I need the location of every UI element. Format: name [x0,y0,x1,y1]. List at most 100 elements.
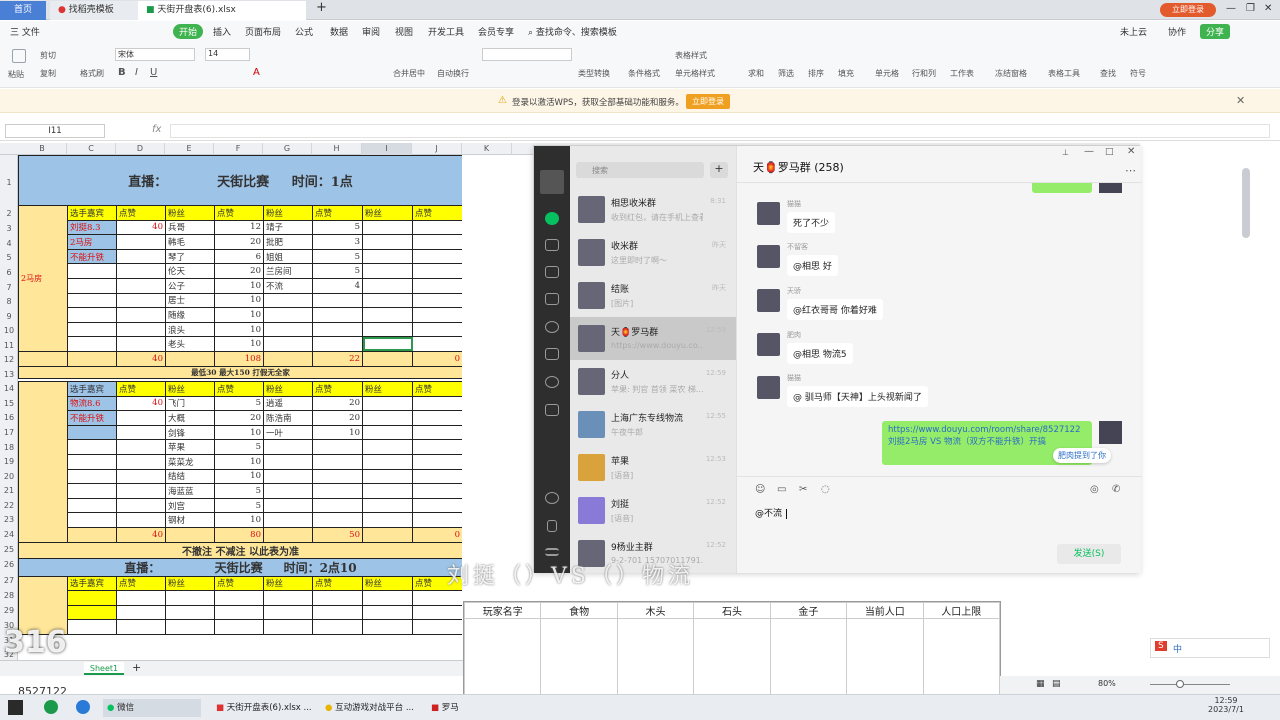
menu-file[interactable]: 三 文件 [10,25,40,38]
cell[interactable] [67,526,117,543]
cell[interactable] [116,248,166,265]
normal-view-icon[interactable]: ▦ [1036,679,1045,689]
sum-button[interactable]: 求和 [748,68,764,79]
header-cell[interactable]: 点赞 [116,381,166,397]
cell[interactable] [362,248,413,265]
message-bubble[interactable]: @ 驯马师【天神】上头视新闻了 [787,386,928,407]
cell[interactable]: 10 [214,277,264,294]
row-header[interactable]: 6 [0,268,18,277]
cell[interactable] [312,307,363,323]
cell[interactable]: 飞门 [165,395,215,412]
zoom-level[interactable]: 80% [1098,679,1116,688]
cell[interactable] [412,497,462,514]
row-header[interactable]: 16 [0,413,18,422]
cell[interactable] [362,350,413,367]
app-icon[interactable] [44,700,58,714]
cell[interactable] [67,263,117,279]
menu-icon[interactable] [545,548,559,556]
cell[interactable]: 钢材 [165,512,215,528]
header-cell[interactable]: 粉丝 [362,381,413,397]
cell[interactable] [411,292,462,309]
message-bubble[interactable]: @红衣哥哥 你着好难 [787,299,883,320]
cell[interactable] [67,439,117,455]
header-cell[interactable]: 选手嘉宾 [67,205,117,221]
sum-cell[interactable]: 40 [116,526,166,543]
chat-history-icon[interactable]: ◌ [821,484,830,495]
header-cell[interactable]: 粉丝 [362,575,413,592]
cell[interactable]: 10 [214,468,264,485]
cell[interactable]: 菜菜龙 [165,453,215,470]
new-tab-button[interactable]: + [308,0,335,17]
cell[interactable]: 10 [214,292,264,309]
cell[interactable]: 刘宫 [165,497,215,514]
box-icon[interactable] [545,266,559,278]
cell[interactable]: 伦天 [165,263,215,279]
cell[interactable] [411,234,462,250]
cell[interactable] [67,424,117,441]
cell[interactable] [263,497,313,514]
avatar[interactable] [757,245,780,268]
avatar[interactable] [757,333,780,356]
scissors-icon[interactable]: ✂ [799,484,807,495]
avatar[interactable] [757,376,780,399]
cell[interactable] [116,307,166,323]
cell[interactable] [165,590,215,606]
cell[interactable] [165,604,215,621]
cell[interactable] [411,321,462,338]
cell[interactable]: 姐姐 [263,248,313,265]
cell[interactable] [412,512,462,528]
cell[interactable] [116,336,166,352]
col-header[interactable]: F [214,143,263,155]
cell[interactable]: 40 [116,395,166,412]
cell[interactable]: 一叶 [263,424,313,441]
mention-popup[interactable]: 肥肉提到了你 [1053,448,1111,463]
row-header[interactable]: 2 [0,209,18,218]
note-cell[interactable]: 最低30 最大150 打假无全家 [18,365,462,379]
menu-insert[interactable]: 插入 [213,25,231,38]
merge-button[interactable]: 合并居中 [393,68,425,79]
table-tools-button[interactable]: 表格工具 [1048,68,1080,79]
cell[interactable] [362,590,413,606]
clock[interactable]: 12:59 2023/7/1 [1208,696,1244,714]
chat-item[interactable]: 收米群 这里即时了啊～ 昨天 [570,231,736,274]
cell[interactable]: 兵哥 [165,219,215,236]
cell[interactable] [411,248,462,265]
minimize-button[interactable]: — [1084,146,1094,157]
notice-login-button[interactable]: 立即登录 [686,94,730,109]
cell[interactable] [116,234,166,250]
copy-button[interactable]: 复制 [40,68,56,79]
vertical-scrollbar[interactable] [1242,168,1250,238]
tab-template[interactable]: ● 找稻壳模板 [50,1,138,20]
row-header[interactable]: 27 [0,576,18,585]
zoom-slider-handle[interactable] [1176,680,1184,688]
cell[interactable]: 公子 [165,277,215,294]
cell[interactable] [116,497,166,514]
close-icon[interactable]: ✕ [1236,94,1245,107]
cell[interactable] [312,453,363,470]
font-color-icon[interactable]: A [253,67,260,78]
table-style-button[interactable]: 表格样式 [675,50,707,61]
cell[interactable]: 苹果 [165,439,215,455]
page-view-icon[interactable]: ▤ [1052,679,1061,689]
header-cell[interactable]: 选手嘉宾 [67,575,117,592]
cell[interactable] [312,292,363,309]
cell[interactable] [67,604,117,621]
maximize-button[interactable]: □ [1105,147,1114,157]
cell[interactable] [362,263,413,279]
cell[interactable]: 4 [312,277,363,294]
cell[interactable]: 大概 [165,410,215,426]
search-input[interactable]: 搜索 [576,162,704,178]
row-header[interactable]: 7 [0,283,18,292]
cell[interactable] [362,619,413,635]
message-bubble[interactable]: @相思 好 [787,255,838,276]
name-box[interactable]: I11 [5,124,105,138]
row-header[interactable]: 28 [0,591,18,600]
cell[interactable]: 10 [214,453,264,470]
cell[interactable] [362,604,413,621]
cell[interactable] [116,453,166,470]
player-cell[interactable]: 2马房 [67,234,117,250]
menu-view[interactable]: 视图 [395,25,413,38]
cell[interactable]: 海蓝蓝 [165,483,215,499]
row-header[interactable]: 19 [0,457,18,466]
add-sheet-button[interactable]: + [132,661,141,674]
